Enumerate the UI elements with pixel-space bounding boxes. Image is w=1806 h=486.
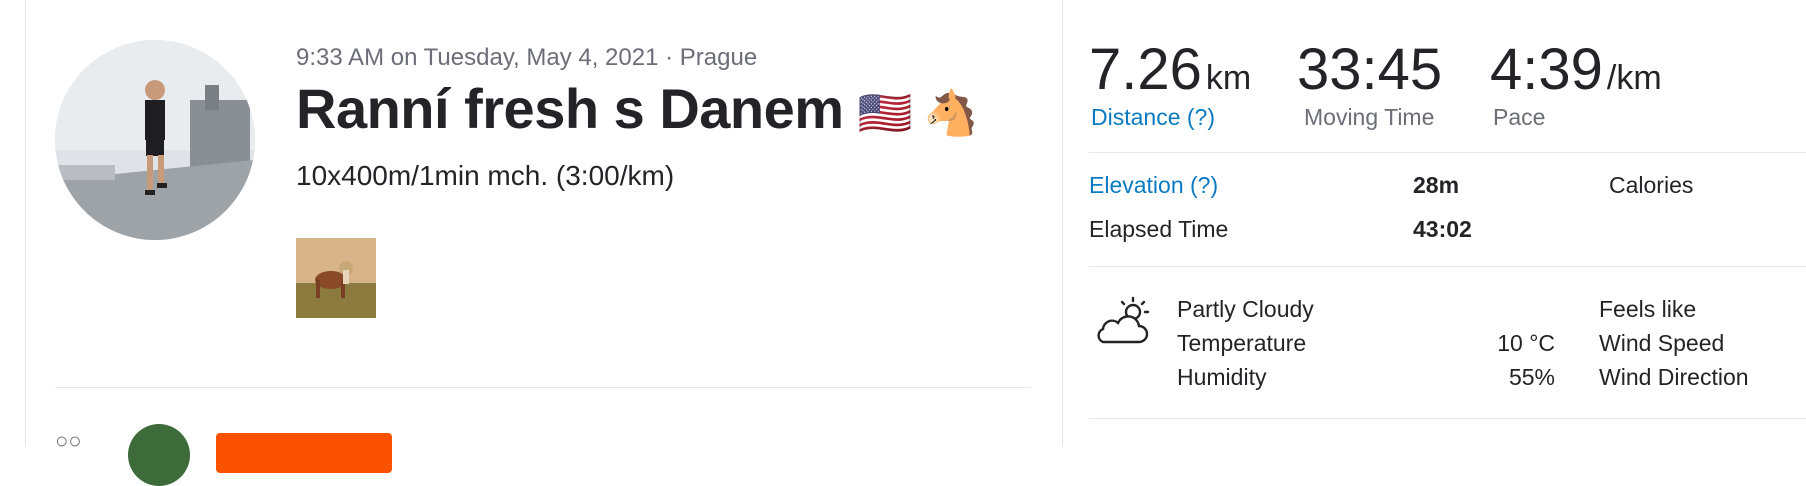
distance-label-link[interactable]: Distance (?): [1091, 104, 1215, 131]
humidity-value: 55%: [1508, 364, 1555, 390]
stats-divider-2: [1089, 266, 1806, 267]
calories-label: Calories: [1609, 172, 1694, 198]
moving-time-label: Moving Time: [1304, 104, 1435, 130]
weather-divider: [1089, 418, 1806, 419]
column-divider: [1062, 0, 1063, 446]
distance-value: 7.26 km: [1089, 36, 1251, 103]
humidity-label: Humidity: [1177, 364, 1267, 390]
activity-datetime-location: 9:33 AM on Tuesday, May 4, 2021 · Prague: [296, 44, 758, 71]
athlete-avatar[interactable]: [55, 40, 255, 240]
give-kudos-button[interactable]: [216, 433, 392, 473]
activity-title-text: Ranní fresh s Danem: [296, 77, 844, 140]
elapsed-time-value: 43:02: [1413, 216, 1472, 242]
activity-title: Ranní fresh s Danem 🇺🇸 🐴: [296, 76, 978, 141]
kudos-icon[interactable]: ○○: [55, 428, 82, 454]
distance-number: 7.26: [1089, 37, 1202, 102]
elapsed-time-label: Elapsed Time: [1089, 216, 1229, 242]
kudos-avatar[interactable]: [128, 424, 190, 486]
elevation-label-link[interactable]: Elevation (?): [1089, 172, 1218, 199]
activity-photo-thumbnail[interactable]: [296, 238, 376, 318]
moving-time-value: 33:45: [1297, 37, 1443, 102]
pace-unit: /km: [1606, 59, 1662, 97]
temperature-value: 10 °C: [1497, 330, 1555, 356]
elevation-value: 28m: [1413, 172, 1460, 198]
partly-cloudy-icon: [1093, 296, 1153, 353]
weather-condition: Partly Cloudy: [1177, 296, 1314, 322]
temperature-label: Temperature: [1177, 330, 1307, 356]
pace-label: Pace: [1493, 104, 1546, 130]
wind-direction-label: Wind Direction: [1599, 364, 1749, 390]
left-divider: [55, 387, 1031, 388]
distance-unit: km: [1205, 59, 1252, 97]
wind-speed-label: Wind Speed: [1599, 330, 1725, 356]
feels-like-label: Feels like: [1599, 296, 1697, 322]
pace-number: 4:39: [1490, 37, 1603, 102]
stats-divider-1: [1089, 152, 1806, 153]
pace-value: 4:39/km: [1490, 36, 1662, 103]
activity-description: 10x400m/1min mch. (3:00/km): [296, 160, 675, 191]
left-border: [25, 0, 26, 446]
title-emojis: 🇺🇸 🐴: [857, 89, 979, 139]
